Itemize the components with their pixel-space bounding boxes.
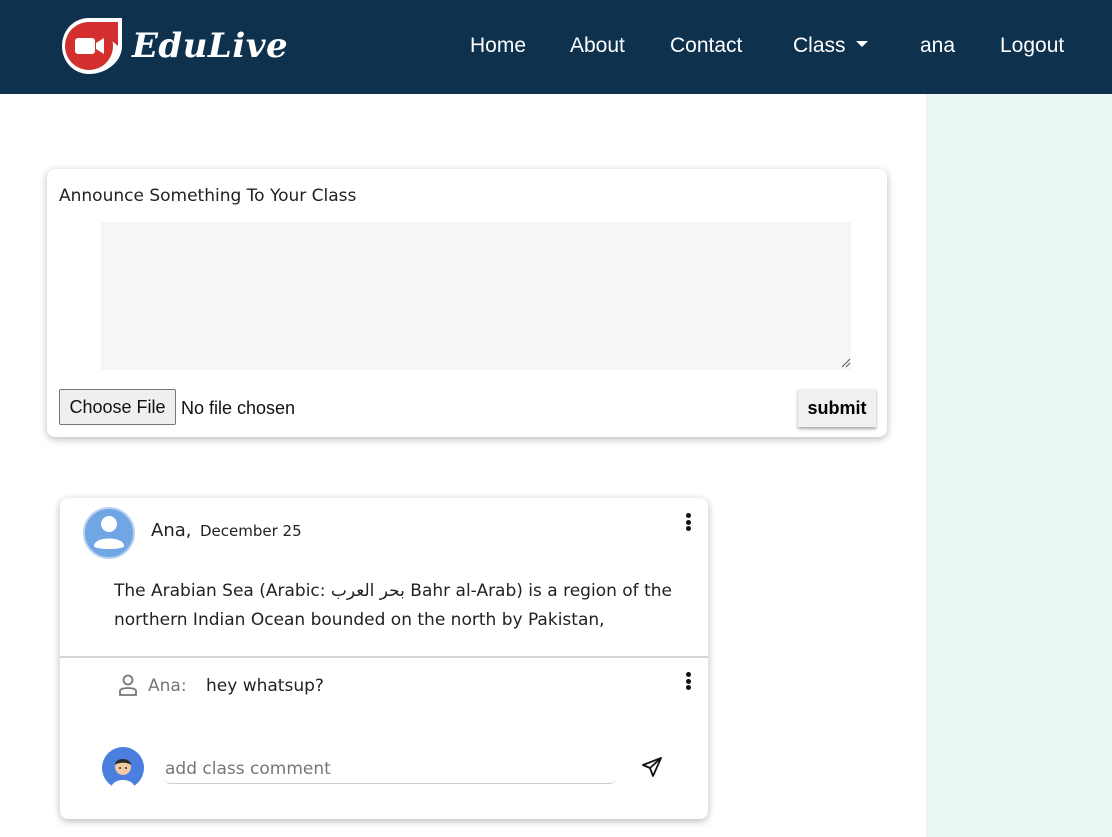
post-more-vertical-icon[interactable] <box>681 511 695 533</box>
caret-down-icon <box>855 41 868 47</box>
choose-file-button[interactable]: Choose File <box>59 389 176 425</box>
comment-text: hey whatsup? <box>206 676 324 696</box>
nav-contact-link[interactable]: Contact <box>670 32 742 60</box>
top-navbar: EduLive Home About Contact Class ana Log… <box>0 0 1112 94</box>
user-avatar-icon[interactable] <box>82 507 136 559</box>
comment-author: Ana: <box>148 676 187 696</box>
file-status: No file chosen <box>181 398 296 418</box>
nav-about-link[interactable]: About <box>570 32 625 60</box>
send-icon[interactable] <box>641 756 663 778</box>
nav-user-link[interactable]: ana <box>920 32 955 60</box>
post-card: Ana, December 25 The Arabian Sea (Arabic… <box>60 498 708 819</box>
nav-home-link[interactable]: Home <box>470 32 526 60</box>
nav-class-label: Class <box>793 34 846 57</box>
post-author: Ana, <box>151 520 192 541</box>
announce-title: Announce Something To Your Class <box>59 186 357 206</box>
boy-avatar-icon <box>102 747 144 789</box>
comment-more-vertical-icon[interactable] <box>681 670 695 692</box>
user-outline-icon <box>119 674 137 696</box>
nav-class-dropdown[interactable]: Class <box>793 32 868 60</box>
right-sidebar <box>926 94 1112 837</box>
video-camera-logo-icon <box>62 18 122 74</box>
nav-logout-link[interactable]: Logout <box>1000 32 1064 60</box>
resize-grip-icon[interactable] <box>841 358 851 368</box>
brand[interactable]: EduLive <box>56 16 288 76</box>
post-date: December 25 <box>200 522 302 540</box>
announce-textarea[interactable] <box>101 222 851 370</box>
announce-card: Announce Something To Your Class Choose … <box>47 169 887 437</box>
comment-input[interactable] <box>163 754 617 784</box>
submit-button[interactable]: submit <box>798 389 876 427</box>
post-body: The Arabian Sea (Arabic: بحر العرب Bahr … <box>114 581 672 630</box>
post-divider <box>60 656 708 658</box>
brand-name: EduLive <box>132 26 289 66</box>
